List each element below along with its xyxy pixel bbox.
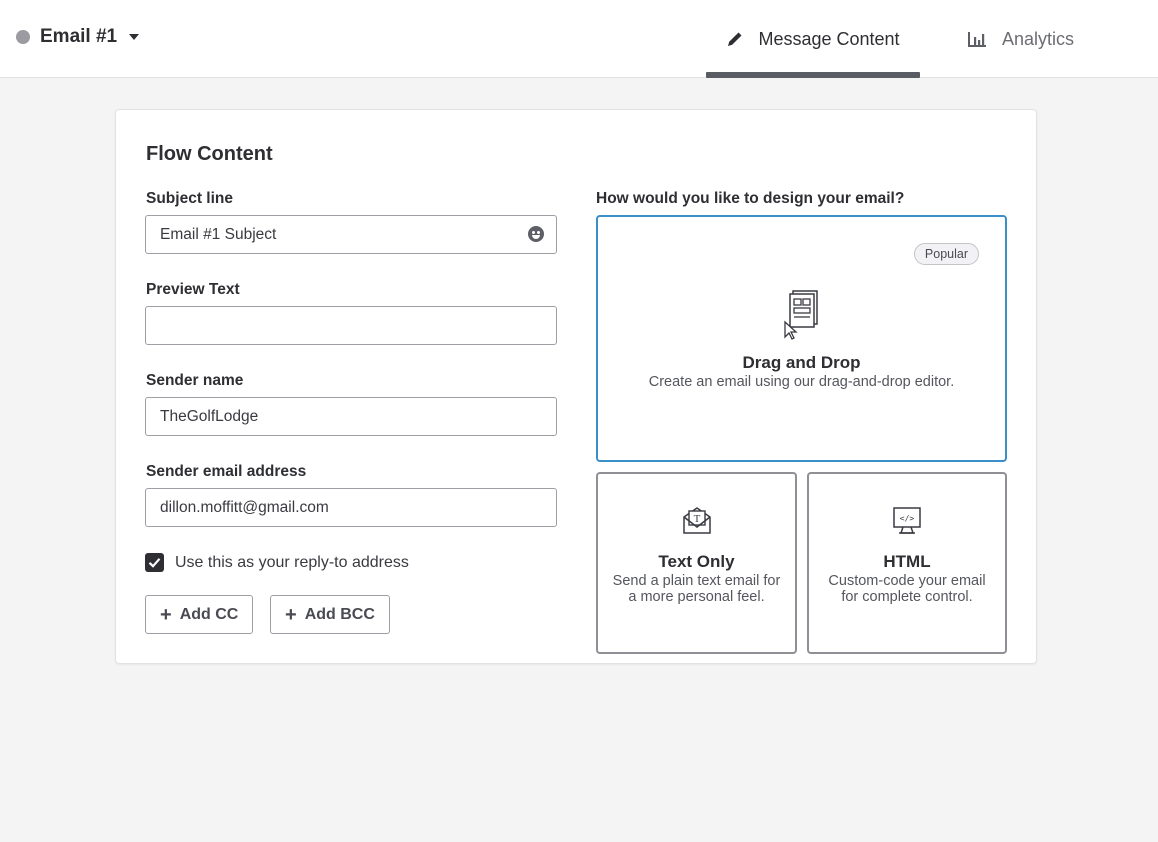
sender-email-label: Sender email address bbox=[146, 463, 307, 480]
add-bcc-button[interactable]: + Add BCC bbox=[270, 595, 390, 634]
option-title: Text Only bbox=[658, 552, 735, 571]
add-bcc-label: Add BCC bbox=[304, 605, 375, 623]
top-bar: Email #1 Message Content Analytics bbox=[0, 0, 1158, 78]
preview-text-input[interactable] bbox=[160, 316, 542, 335]
sender-email-field[interactable] bbox=[145, 488, 557, 527]
drag-and-drop-icon bbox=[783, 290, 818, 340]
reply-to-checkbox-row[interactable]: Use this as your reply-to address bbox=[145, 553, 409, 572]
option-description: Send a plain text email for a more perso… bbox=[612, 573, 781, 605]
pencil-icon bbox=[728, 32, 742, 46]
bar-chart-icon bbox=[968, 32, 986, 47]
reply-to-checkbox[interactable] bbox=[145, 553, 164, 572]
preview-text-field[interactable] bbox=[145, 306, 557, 345]
popular-badge: Popular bbox=[913, 243, 979, 265]
reply-to-label: Use this as your reply-to address bbox=[175, 553, 409, 571]
plus-icon: + bbox=[285, 603, 297, 626]
email-selector[interactable]: Email #1 bbox=[16, 26, 140, 48]
emoji-icon[interactable] bbox=[528, 226, 544, 242]
plus-icon: + bbox=[160, 603, 172, 626]
option-description: Create an email using our drag-and-drop … bbox=[648, 374, 955, 390]
flow-content-card: Flow Content Subject line Preview Text S… bbox=[115, 109, 1037, 664]
tab-label: Message Content bbox=[758, 28, 900, 49]
tab-analytics[interactable]: Analytics bbox=[966, 0, 1074, 78]
option-html[interactable]: </> HTML Custom-code your email for comp… bbox=[807, 472, 1007, 654]
option-text-only[interactable]: T Text Only Send a plain text email for … bbox=[596, 472, 797, 654]
subject-input[interactable] bbox=[160, 225, 516, 244]
sender-name-field[interactable] bbox=[145, 397, 557, 436]
status-dot-icon bbox=[16, 30, 30, 44]
preview-text-label: Preview Text bbox=[146, 281, 240, 298]
chevron-down-icon bbox=[129, 34, 140, 40]
option-drag-and-drop[interactable]: Popular Drag and Drop Create an email us… bbox=[596, 215, 1007, 462]
tab-message-content[interactable]: Message Content bbox=[706, 0, 920, 78]
subject-field[interactable] bbox=[145, 215, 557, 254]
svg-text:T: T bbox=[693, 513, 700, 525]
svg-text:</>: </> bbox=[900, 514, 915, 523]
sender-email-input[interactable] bbox=[160, 498, 542, 517]
add-cc-label: Add CC bbox=[179, 605, 239, 623]
email-title: Email #1 bbox=[40, 26, 118, 47]
option-title: HTML bbox=[883, 552, 931, 571]
sender-name-label: Sender name bbox=[146, 372, 244, 389]
code-monitor-icon: </> bbox=[893, 507, 921, 534]
text-envelope-icon: T bbox=[682, 507, 711, 534]
option-title: Drag and Drop bbox=[742, 353, 861, 372]
sender-name-input[interactable] bbox=[160, 407, 542, 426]
add-cc-button[interactable]: + Add CC bbox=[145, 595, 254, 634]
option-description: Custom-code your email for complete cont… bbox=[828, 573, 986, 605]
check-icon bbox=[148, 558, 161, 568]
design-question: How would you like to design your email? bbox=[596, 190, 905, 207]
card-title: Flow Content bbox=[146, 143, 273, 165]
tab-label: Analytics bbox=[1002, 28, 1075, 49]
subject-label: Subject line bbox=[146, 190, 233, 207]
